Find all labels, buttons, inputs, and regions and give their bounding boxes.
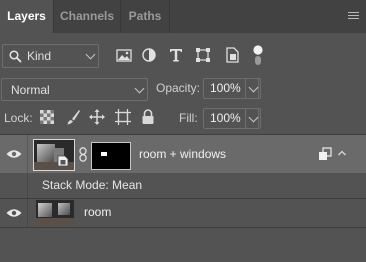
shape-filter-icon[interactable] (192, 44, 214, 66)
opacity-label: Opacity: (156, 81, 201, 95)
lock-transparent-pixels-icon[interactable] (38, 108, 56, 126)
row-divider (27, 173, 28, 198)
blend-mode-label: Normal (11, 83, 50, 97)
visibility-eye-icon[interactable] (6, 208, 22, 218)
tab-channels[interactable]: Channels (54, 0, 120, 33)
lock-image-pixels-icon[interactable] (64, 108, 82, 126)
filter-kind-label: Kind (27, 49, 52, 63)
filter-kind-dropdown[interactable]: Kind (2, 44, 99, 68)
smart-object-badge-icon (57, 155, 69, 167)
layer-row-room[interactable]: room (0, 199, 366, 227)
row-divider (27, 135, 28, 173)
chevron-down-icon (248, 112, 259, 123)
filter-toggle-icon[interactable] (247, 44, 269, 66)
panel-tab-bar: Layers Channels Paths (0, 0, 366, 33)
collapse-chevron-icon[interactable] (337, 149, 347, 157)
image-filter-icon[interactable] (113, 44, 135, 66)
layer-divider (0, 227, 366, 228)
lock-position-icon[interactable] (88, 108, 106, 126)
stack-mode-row[interactable]: Stack Mode: Mean (0, 173, 366, 198)
opacity-slider-button[interactable] (245, 78, 261, 99)
link-chain-icon[interactable] (78, 147, 88, 162)
lock-all-icon[interactable] (139, 108, 157, 126)
chevron-down-icon (85, 49, 96, 60)
stack-mode-label: Stack Mode: Mean (42, 178, 143, 192)
fill-slider-button[interactable] (245, 108, 261, 129)
row-divider (27, 199, 28, 227)
chevron-down-icon (134, 83, 145, 94)
tab-divider (169, 0, 170, 33)
smart-filter-stack-icon[interactable] (318, 147, 332, 161)
search-icon (9, 50, 22, 63)
blend-mode-dropdown[interactable]: Normal (1, 78, 148, 101)
layer-thumbnail[interactable] (36, 200, 74, 226)
type-filter-icon[interactable] (165, 44, 187, 66)
lock-artboard-icon[interactable] (114, 108, 132, 126)
chevron-down-icon (248, 82, 259, 93)
layer-name[interactable]: room (84, 205, 111, 219)
fill-label: Fill: (179, 111, 198, 125)
layer-row-room-windows[interactable]: room + windows (0, 135, 366, 173)
tab-layers[interactable]: Layers (0, 0, 53, 33)
smart-object-filter-icon[interactable] (221, 44, 243, 66)
visibility-eye-icon[interactable] (6, 149, 22, 159)
panel-menu-icon[interactable] (348, 12, 359, 21)
layer-mask-thumbnail[interactable] (91, 142, 131, 170)
tab-paths[interactable]: Paths (121, 0, 169, 33)
lock-label: Lock: (4, 111, 33, 125)
layer-name[interactable]: room + windows (139, 147, 226, 161)
adjustment-filter-icon[interactable] (138, 44, 160, 66)
